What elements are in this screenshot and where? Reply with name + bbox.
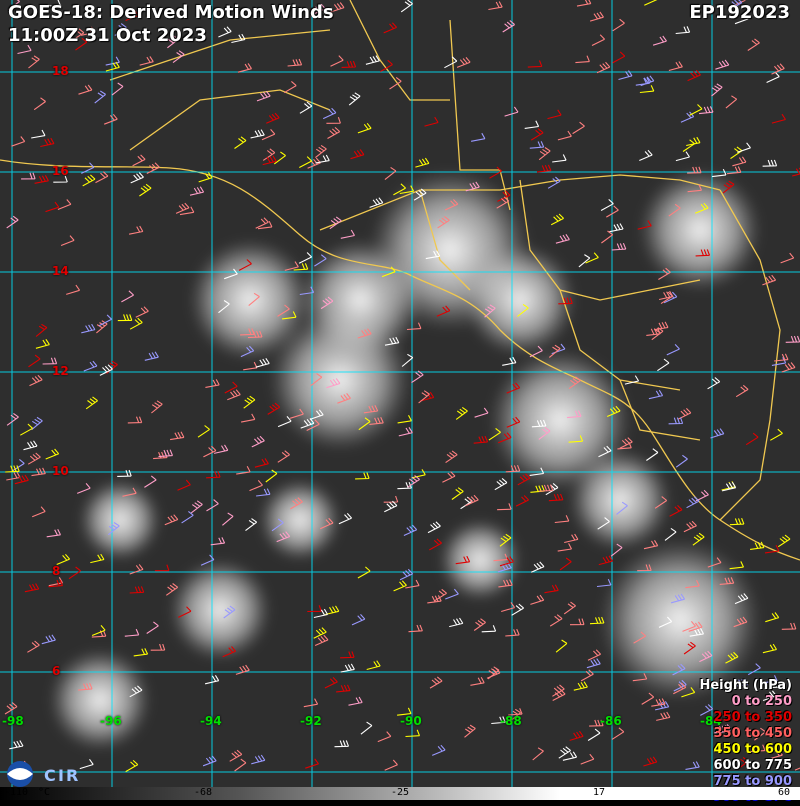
colorbar-label: 60 — [778, 787, 791, 798]
lat-label-14: 14 — [52, 264, 69, 278]
cloud-blob — [260, 480, 340, 560]
cloud-blob — [50, 650, 150, 750]
lon-label-96: -96 — [100, 714, 122, 728]
colorbar-label: -25 — [391, 787, 410, 798]
lon-label-88: -88 — [500, 714, 522, 728]
map-title: GOES-18: Derived Motion Winds — [8, 2, 334, 23]
svg-text:R: R — [66, 766, 78, 785]
lon-label-90: -90 — [400, 714, 422, 728]
cloud-blob — [80, 480, 160, 560]
lon-label-86: -86 — [600, 714, 622, 728]
cloud-blob — [190, 240, 310, 360]
colorbar-label: -68 — [194, 787, 213, 798]
lat-label-10: 10 — [52, 464, 69, 478]
svg-text:I: I — [58, 766, 64, 785]
cloud-blob — [600, 540, 760, 700]
lon-label-94: -94 — [200, 714, 222, 728]
cloud-blob — [170, 560, 270, 660]
legend-title: Height (hPa) — [699, 678, 792, 693]
legend-item: 0 to 250 — [731, 694, 792, 709]
satellite-map: C I R — [0, 0, 800, 800]
lat-label-6: 6 — [52, 664, 61, 678]
timestamp: 11:00Z 31 Oct 2023 — [8, 25, 207, 46]
legend-item: 250 to 350 — [713, 710, 792, 725]
legend-item: 350 to 450 — [713, 726, 792, 741]
lat-label-16: 16 — [52, 164, 69, 178]
lon-label-98: -98 — [2, 714, 24, 728]
cloud-blob — [300, 240, 420, 360]
storm-id: EP192023 — [689, 2, 790, 23]
svg-text:C: C — [44, 766, 56, 785]
cloud-blob — [570, 450, 670, 550]
colorbar-label: 17 — [593, 787, 606, 798]
lat-label-18: 18 — [52, 64, 69, 78]
colorbar-unit: °C — [38, 787, 51, 798]
colorbar-label: -110 — [4, 787, 29, 798]
lat-label-12: 12 — [52, 364, 69, 378]
lon-label-92: -92 — [300, 714, 322, 728]
legend-item: 450 to 600 — [713, 742, 792, 757]
lat-label-8: 8 — [52, 564, 61, 578]
cloud-blob — [465, 245, 575, 355]
legend-item: 600 to 775 — [713, 758, 792, 773]
